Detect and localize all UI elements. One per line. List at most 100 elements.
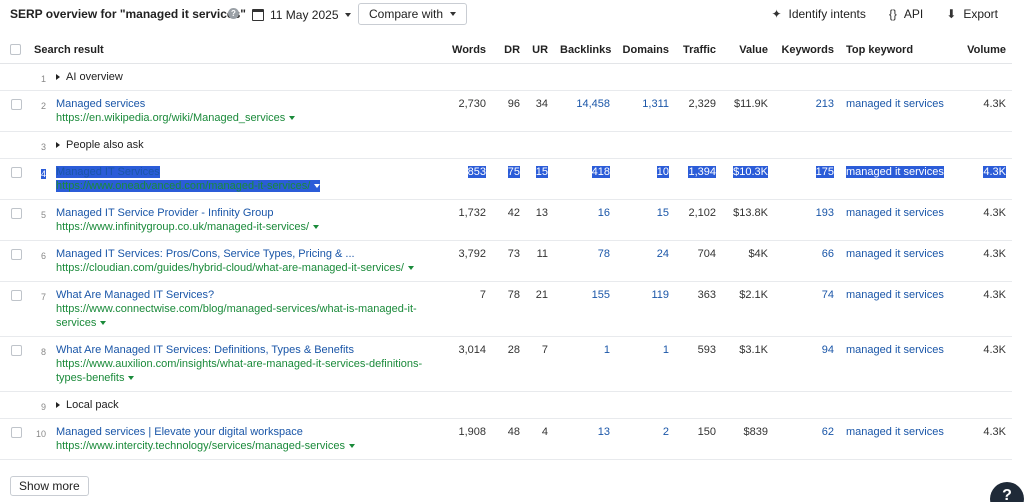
cell-dr: 75 [507,165,521,178]
cell-keywords[interactable]: 62 [774,418,841,460]
col-dr[interactable]: DR [492,38,527,64]
col-traffic[interactable]: Traffic [675,38,723,64]
cell-traffic: 1,394 [688,165,717,178]
cell-top[interactable]: managed it services [840,199,953,241]
cell-keywords[interactable]: 66 [774,240,841,282]
serp-feature-toggle[interactable]: People also ask [50,131,1013,159]
col-search-result[interactable]: Search result [28,38,447,64]
serp-table: Search result Words DR UR Backlinks Doma… [0,38,1013,460]
serp-feature-toggle[interactable]: Local pack [50,391,1013,419]
help-chat-button[interactable]: ? [990,482,1024,502]
cell-traffic: 593 [675,336,723,392]
cell-dr: 28 [492,336,527,392]
cell-backlinks[interactable]: 14,458 [554,90,617,132]
select-all-checkbox[interactable] [0,38,28,64]
cell-traffic: 704 [675,240,723,282]
cell-value: $13.8K [722,199,775,241]
cell-backlinks: 418 [591,165,611,178]
result-url[interactable]: https://www.connectwise.com/blog/managed… [56,303,417,329]
cell-keywords[interactable]: 213 [774,90,841,132]
cell-value: $2.1K [722,281,775,337]
chevron-down-icon [313,224,320,229]
result-url[interactable]: https://en.wikipedia.org/wiki/Managed_se… [56,112,296,124]
cell-domains[interactable]: 2 [616,418,676,460]
cell-keywords[interactable]: 193 [774,199,841,241]
row-position: 6 [28,240,50,282]
row-checkbox[interactable] [0,90,28,132]
table-row: 8 What Are Managed IT Services: Definitio… [0,336,1013,392]
cell-backlinks[interactable]: 16 [554,199,617,241]
result-url[interactable]: https://www.intercity.technology/service… [56,440,355,452]
caret-right-icon [56,141,60,148]
col-volume[interactable]: Volume [952,38,1013,64]
row-checkbox[interactable] [0,418,28,460]
row-position: 4 [40,168,46,179]
export-button[interactable]: ⬇ Export [946,7,998,21]
cell-top[interactable]: managed it services [840,240,953,282]
table-row: 2 Managed services https://en.wikipedia.or… [0,90,1013,132]
date-selector[interactable]: 11 May 2025 [252,6,351,24]
help-icon[interactable]: ? [228,8,239,19]
cell-top[interactable]: managed it services [840,90,953,132]
show-more-button[interactable]: Show more [10,476,89,496]
cell-ur: 11 [526,240,555,282]
row-checkbox[interactable] [0,199,28,241]
result-url[interactable]: https://cloudian.com/guides/hybrid-cloud… [56,262,414,274]
row-checkbox[interactable] [0,158,28,200]
cell-domains[interactable]: 1,311 [616,90,676,132]
col-domains[interactable]: Domains [616,38,676,64]
cell-domains[interactable]: 1 [616,336,676,392]
result-title-link[interactable]: What Are Managed IT Services? [56,289,214,301]
cell-top[interactable]: managed it services [840,281,953,337]
result-title-link[interactable]: Managed IT Service Provider - Infinity G… [56,207,273,219]
cell-dr: 48 [492,418,527,460]
cell-top: managed it services [846,165,944,178]
result-url[interactable]: https://www.oneadvanced.com/managed-it-s… [56,180,321,192]
result-title-link[interactable]: Managed IT Services [56,166,160,178]
col-backlinks[interactable]: Backlinks [554,38,617,64]
row-position: 8 [28,336,50,392]
col-value[interactable]: Value [722,38,775,64]
result-title-link[interactable]: Managed services [56,98,145,110]
cell-ur: 4 [526,418,555,460]
api-label: API [903,7,924,21]
col-ur[interactable]: UR [526,38,555,64]
caret-right-icon [56,73,60,80]
result-title-link[interactable]: What Are Managed IT Services: Definition… [56,344,354,356]
result-url[interactable]: https://www.infinitygroup.co.uk/managed-… [56,221,320,233]
cell-domains[interactable]: 119 [616,281,676,337]
row-position: 7 [28,281,50,337]
result-cell: Managed services https://en.wikipedia.org… [50,90,447,132]
cell-keywords[interactable]: 74 [774,281,841,337]
cell-dr: 96 [492,90,527,132]
api-button[interactable]: {} API [889,7,923,21]
serp-feature-toggle[interactable]: AI overview [50,63,1013,91]
identify-intents-button[interactable]: ✦ Identify intents [771,7,865,21]
result-title-link[interactable]: Managed services | Elevate your digital … [56,426,303,438]
compare-with-button[interactable]: Compare with [358,3,468,25]
cell-keywords[interactable]: 94 [774,336,841,392]
cell-top[interactable]: managed it services [840,336,953,392]
cell-backlinks[interactable]: 155 [554,281,617,337]
col-words[interactable]: Words [446,38,493,64]
calendar-icon [252,9,264,21]
cell-keywords: 175 [815,165,835,178]
row-checkbox[interactable] [0,336,28,392]
compare-label: Compare with [369,7,444,21]
serp-feature-row: 9 Local pack [0,391,1013,419]
cell-top[interactable]: managed it services [840,418,953,460]
cell-backlinks[interactable]: 1 [554,336,617,392]
row-checkbox[interactable] [0,281,28,337]
result-title-link[interactable]: Managed IT Services: Pros/Cons, Service … [56,248,355,260]
row-checkbox[interactable] [0,240,28,282]
cell-traffic: 2,329 [675,90,723,132]
cell-backlinks[interactable]: 13 [554,418,617,460]
cell-domains[interactable]: 15 [616,199,676,241]
cell-backlinks[interactable]: 78 [554,240,617,282]
col-top-keyword[interactable]: Top keyword [840,38,953,64]
chevron-down-icon [450,12,457,16]
result-url[interactable]: https://www.auxilion.com/insights/what-a… [56,358,422,384]
row-position: 5 [28,199,50,241]
col-keywords[interactable]: Keywords [774,38,841,64]
cell-domains[interactable]: 24 [616,240,676,282]
